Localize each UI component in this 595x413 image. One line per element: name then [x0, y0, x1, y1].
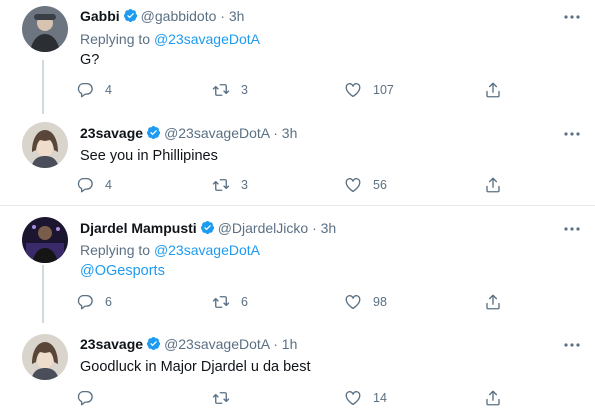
share-icon [484, 293, 502, 311]
author-handle[interactable]: @DjardelJicko [218, 220, 308, 236]
reply-icon [76, 293, 94, 311]
like-button[interactable]: 107 [344, 80, 394, 100]
reply-count: 4 [105, 178, 112, 192]
timestamp[interactable]: · 3h [220, 8, 244, 24]
retweet-icon [212, 81, 230, 99]
avatar[interactable] [22, 217, 68, 263]
tweet[interactable]: Gabbi @gabbidoto · 3h Replying to @23sava… [0, 0, 595, 107]
retweet-icon [212, 389, 230, 407]
author-name[interactable]: Gabbi [80, 8, 120, 24]
like-count: 56 [373, 178, 387, 192]
avatar[interactable] [22, 6, 68, 52]
share-button[interactable] [484, 292, 502, 312]
tweet-actions: 4 3 56 [76, 175, 516, 195]
share-button[interactable] [484, 388, 502, 408]
more-icon[interactable] [563, 131, 581, 137]
tweet-actions: 14 [76, 388, 516, 408]
tweet[interactable]: 23savage @23savageDotA · 1h Goodluck in M… [0, 323, 595, 413]
author-name[interactable]: 23savage [80, 125, 143, 141]
tweet-text: G? [80, 52, 100, 68]
avatar[interactable] [22, 122, 68, 168]
replying-to: Replying to @23savageDotA [80, 242, 260, 258]
like-icon [344, 81, 362, 99]
reply-button[interactable]: 4 [76, 80, 112, 100]
retweet-icon [212, 176, 230, 194]
like-button[interactable]: 56 [344, 175, 387, 195]
verified-badge-icon [146, 125, 161, 140]
more-icon[interactable] [563, 14, 581, 20]
verified-badge-icon [146, 336, 161, 351]
like-count: 107 [373, 83, 394, 97]
tweet-text: See you in Phillipines [80, 148, 218, 164]
timestamp[interactable]: · 3h [312, 220, 336, 236]
retweet-count: 3 [241, 178, 248, 192]
verified-badge-icon [123, 8, 138, 23]
retweet-button[interactable]: 3 [212, 175, 248, 195]
replying-to-label: Replying to [80, 242, 151, 258]
more-icon[interactable] [563, 342, 581, 348]
reply-button[interactable]: 4 [76, 175, 112, 195]
retweet-count: 3 [241, 83, 248, 97]
share-icon [484, 176, 502, 194]
reply-count: 6 [105, 295, 112, 309]
like-button[interactable]: 14 [344, 388, 387, 408]
retweet-button[interactable]: 3 [212, 80, 248, 100]
reply-icon [76, 81, 94, 99]
like-icon [344, 389, 362, 407]
author-handle[interactable]: @gabbidoto [141, 8, 217, 24]
tweet[interactable]: Djardel Mampusti @DjardelJicko · 3h Reply… [0, 206, 595, 322]
author-handle[interactable]: @23savageDotA [164, 336, 269, 352]
verified-badge-icon [200, 220, 215, 235]
reply-button[interactable] [76, 388, 105, 408]
timestamp[interactable]: · 1h [273, 336, 297, 352]
reply-button[interactable]: 6 [76, 292, 112, 312]
like-count: 14 [373, 391, 387, 405]
share-button[interactable] [484, 175, 502, 195]
reply-count: 4 [105, 83, 112, 97]
reply-mention-link[interactable]: @23savageDotA [154, 242, 260, 258]
share-button[interactable] [484, 80, 502, 100]
retweet-button[interactable] [212, 388, 241, 408]
more-icon[interactable] [563, 226, 581, 232]
retweet-icon [212, 293, 230, 311]
share-icon [484, 81, 502, 99]
share-icon [484, 389, 502, 407]
author-name[interactable]: Djardel Mampusti [80, 220, 197, 236]
author-name[interactable]: 23savage [80, 336, 143, 352]
tweet-text-mention[interactable]: @OGesports [80, 263, 165, 279]
avatar[interactable] [22, 334, 68, 380]
tweet-actions: 4 3 107 [76, 80, 516, 100]
timestamp[interactable]: · 3h [273, 125, 297, 141]
tweet-actions: 6 6 98 [76, 292, 516, 312]
like-icon [344, 293, 362, 311]
like-count: 98 [373, 295, 387, 309]
replying-to-label: Replying to [80, 31, 151, 47]
retweet-button[interactable]: 6 [212, 292, 248, 312]
tweet[interactable]: 23savage @23savageDotA · 3h See you in Ph… [0, 114, 595, 204]
tweet-text: Goodluck in Major Djardel u da best [80, 359, 311, 375]
replying-to: Replying to @23savageDotA [80, 31, 260, 47]
reply-icon [76, 389, 94, 407]
like-icon [344, 176, 362, 194]
author-handle[interactable]: @23savageDotA [164, 125, 269, 141]
reply-mention-link[interactable]: @23savageDotA [154, 31, 260, 47]
like-button[interactable]: 98 [344, 292, 387, 312]
reply-icon [76, 176, 94, 194]
retweet-count: 6 [241, 295, 248, 309]
